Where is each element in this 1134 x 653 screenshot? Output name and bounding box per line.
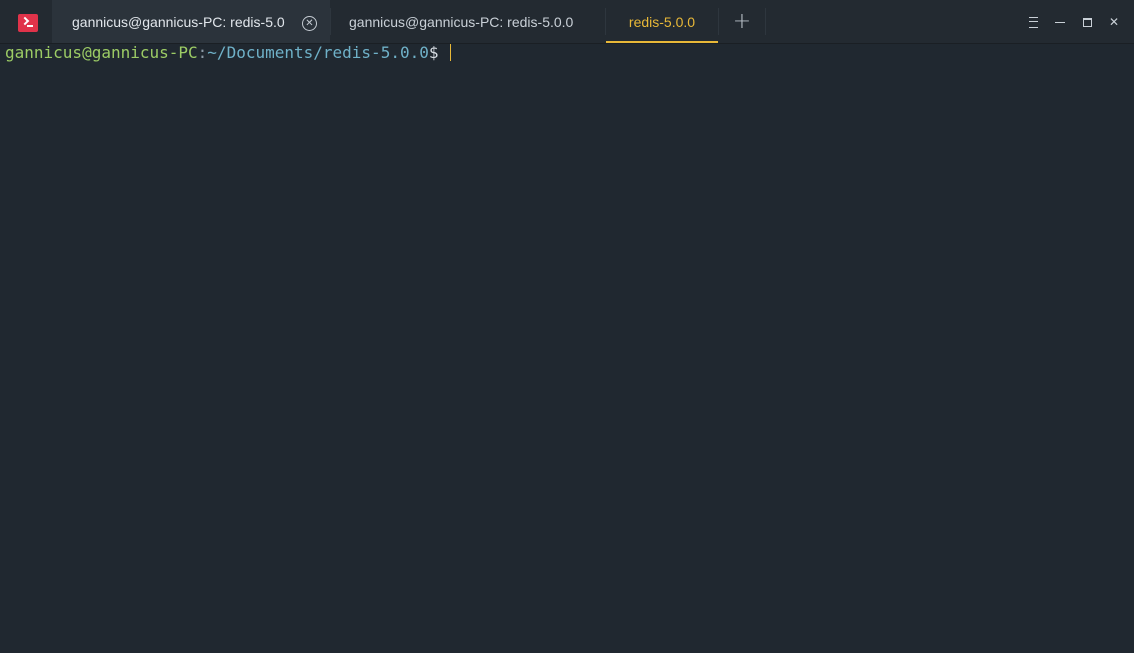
prompt-path: ~/Documents/redis-5.0.0 <box>207 43 429 62</box>
plus-icon[interactable]: + <box>719 0 765 43</box>
maximize-icon[interactable] <box>1079 14 1095 30</box>
tab-close-icon[interactable]: ✕ <box>302 16 317 31</box>
prompt-separator: : <box>197 43 208 62</box>
tab-3-active[interactable]: redis-5.0.0 <box>606 0 718 43</box>
terminal-area[interactable]: gannicus@gannicus-PC:~/Documents/redis-5… <box>0 43 1134 653</box>
tab-2[interactable]: gannicus@gannicus-PC: redis-5.0.0 <box>331 0 605 43</box>
tab-1[interactable]: gannicus@gannicus-PC: redis-5.0 ✕ <box>52 0 330 43</box>
terminal-icon <box>18 14 38 32</box>
title-bar: gannicus@gannicus-PC: redis-5.0 ✕ gannic… <box>0 0 1134 44</box>
text-cursor <box>450 44 452 61</box>
minimize-icon[interactable] <box>1052 14 1068 30</box>
tab-2-label: gannicus@gannicus-PC: redis-5.0.0 <box>349 13 574 30</box>
tab-divider <box>765 8 766 35</box>
prompt-symbol: $ <box>428 43 439 62</box>
menu-icon[interactable] <box>1025 14 1041 30</box>
prompt-user-host: gannicus@gannicus-PC <box>5 43 198 62</box>
tab-3-label: redis-5.0.0 <box>628 13 696 30</box>
close-icon[interactable]: ✕ <box>1106 14 1122 30</box>
prompt-line: gannicus@gannicus-PC:~/Documents/redis-5… <box>5 43 452 63</box>
tab-1-label: gannicus@gannicus-PC: redis-5.0 <box>72 13 285 30</box>
terminal-window: gannicus@gannicus-PC: redis-5.0 ✕ gannic… <box>0 0 1134 653</box>
